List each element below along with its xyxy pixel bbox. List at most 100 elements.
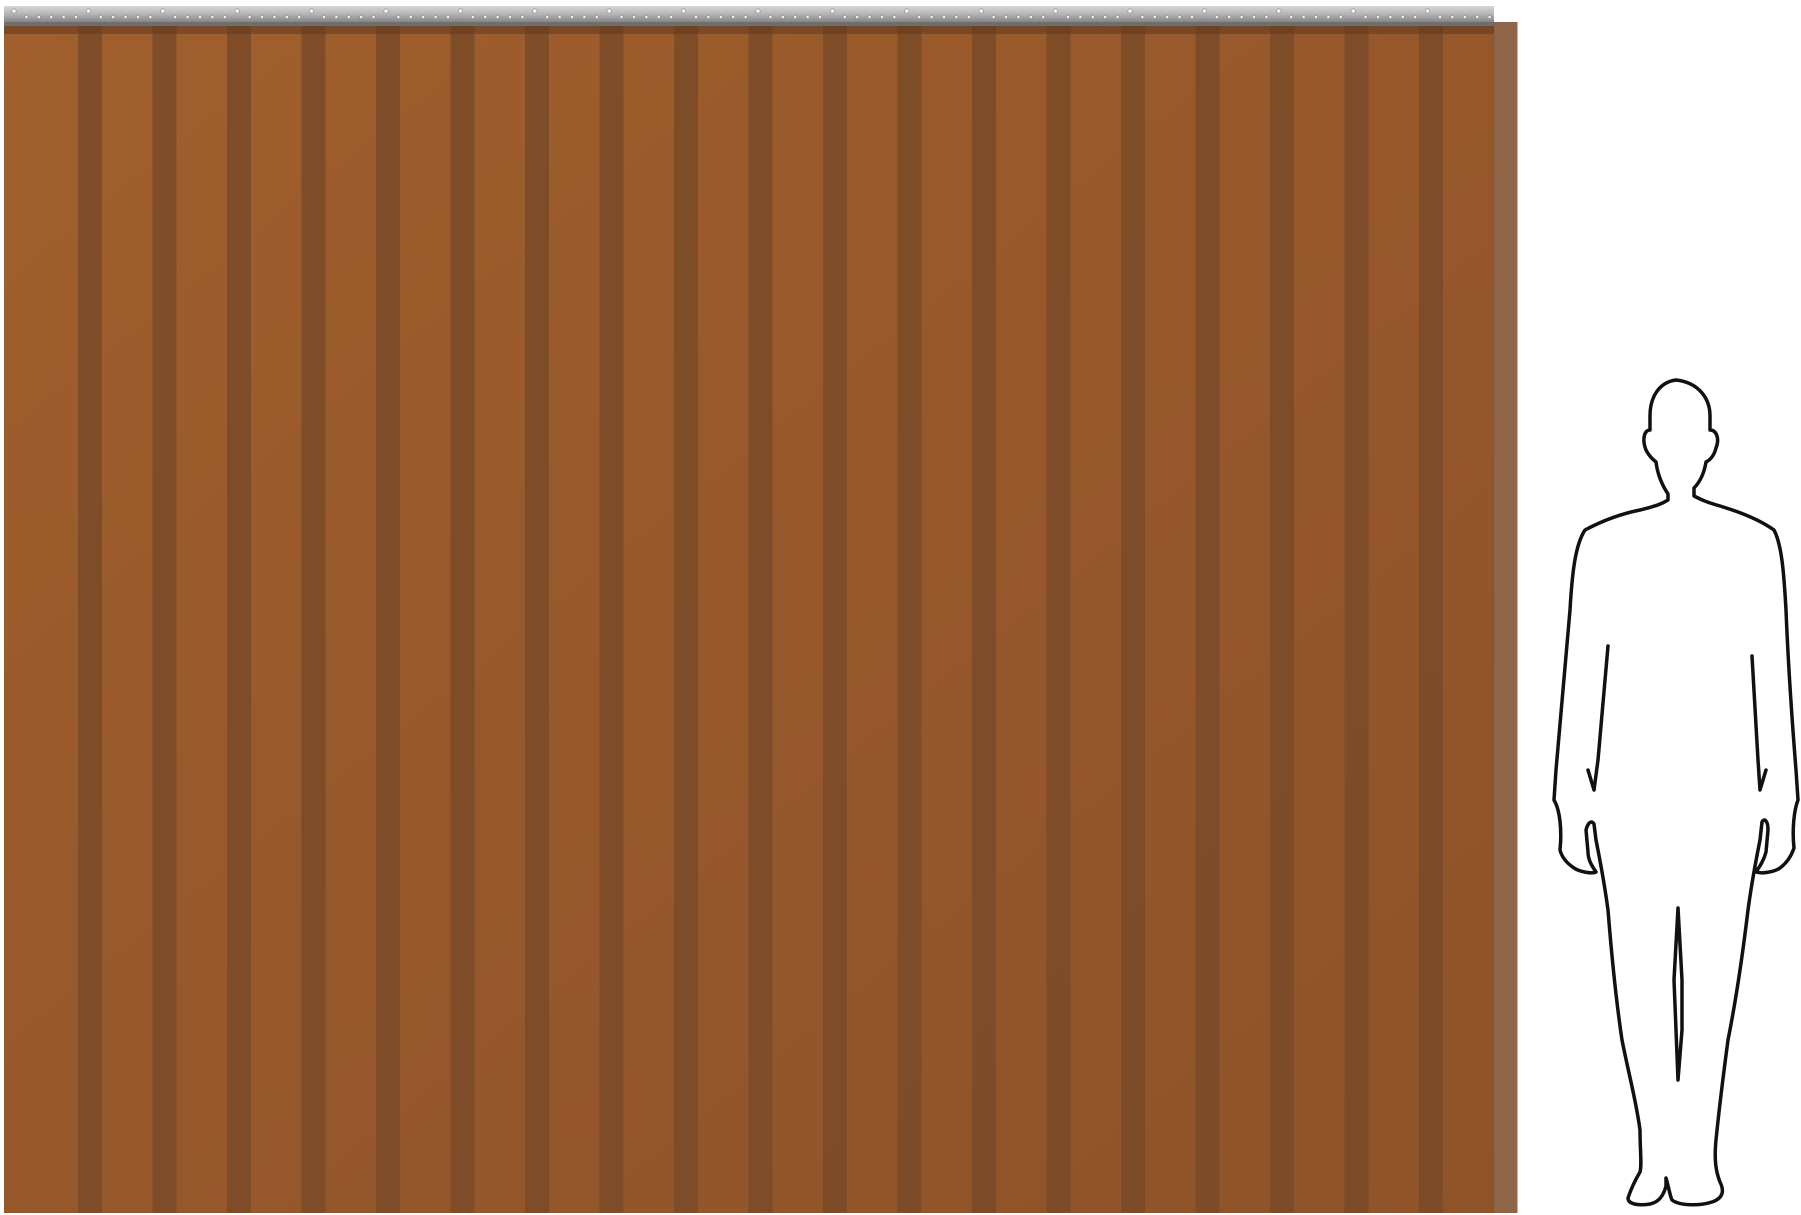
rail-hole [1276, 8, 1282, 14]
rail-hole [234, 8, 240, 14]
rail-hole [1475, 15, 1480, 19]
rail-hole [818, 15, 822, 19]
rail-hole [718, 15, 723, 19]
rail-hole [173, 15, 178, 19]
rail-hole [1363, 15, 1368, 19]
rail-hole [917, 15, 922, 19]
rail-hole [842, 15, 847, 19]
rail-lip [4, 22, 1494, 26]
rail-hole [1400, 15, 1405, 19]
rail-hole [681, 8, 687, 14]
rail-hole [1376, 15, 1380, 19]
rail-hole [731, 15, 736, 19]
rail-hole [582, 15, 587, 19]
rail-hole [954, 15, 959, 19]
rail-hole [768, 15, 773, 19]
rail-hole [1041, 15, 1046, 19]
rail-hole [1103, 15, 1108, 19]
rail-hole [1190, 15, 1194, 19]
rail-hole [508, 15, 512, 19]
rail-hole [1338, 15, 1343, 19]
rail-hole [545, 15, 550, 19]
rail-hole [383, 8, 389, 14]
rail-hole [1201, 8, 1207, 14]
rail-hole [793, 15, 798, 19]
rail-hole [942, 15, 946, 19]
strip-curtain [4, 22, 1518, 1213]
rail-hole [24, 15, 29, 19]
strip-overlap [1344, 22, 1369, 1213]
rail-hole [644, 15, 649, 19]
strip-overlap [1195, 22, 1220, 1213]
rail-hole [210, 15, 215, 19]
rail-hole [260, 15, 264, 19]
rail-hole [160, 8, 166, 14]
rail-hole [1090, 15, 1095, 19]
rail-hole [1450, 15, 1455, 19]
rail-hole [483, 15, 488, 19]
rail-hole [36, 15, 41, 19]
rail-hole [1004, 15, 1008, 19]
rail-hole [85, 8, 91, 14]
rail-hole [123, 15, 128, 19]
strip-overlap [674, 22, 698, 1213]
rail-hole [284, 15, 289, 19]
rail-hole [470, 15, 475, 19]
rail-hole [297, 15, 302, 19]
rail-hole [892, 15, 897, 19]
rail-hole [334, 15, 339, 19]
rail-hole [743, 15, 748, 19]
rail-hole [780, 15, 785, 19]
strip-overlap [525, 22, 549, 1213]
rail-hole [755, 8, 761, 14]
rail-hole [396, 15, 401, 19]
rail-hole [272, 15, 277, 19]
mounting-rail [4, 6, 1494, 26]
rail-hole [446, 15, 450, 19]
rail-hole [247, 15, 252, 19]
rail-hole [1239, 15, 1244, 19]
rail-hole [433, 15, 438, 19]
rail-hole [322, 15, 326, 19]
strip-overlap [1270, 22, 1294, 1213]
strip-overlap [450, 22, 475, 1213]
strip-overlap [1419, 22, 1443, 1213]
strip-overlap [1121, 22, 1145, 1213]
rail-hole [1462, 15, 1467, 19]
rail-hole [694, 15, 698, 19]
strip-overlap [1046, 22, 1071, 1213]
rail-hole [991, 15, 996, 19]
rail-hole [457, 8, 463, 14]
rail-hole [669, 15, 674, 19]
rail-hole [557, 15, 562, 19]
rail-hole [570, 15, 574, 19]
rail-hole [408, 15, 413, 19]
product-scene [4, 6, 1800, 1213]
rail-hole [1227, 15, 1232, 19]
rail-hole [880, 15, 884, 19]
rail-hole [1066, 15, 1070, 19]
rail-hole [1028, 15, 1033, 19]
rail-hole [656, 15, 661, 19]
rail-hole [495, 15, 500, 19]
rail-hole [74, 15, 78, 19]
rail-hole [359, 15, 364, 19]
rail-hole [1388, 15, 1393, 19]
rail-hole [1413, 15, 1418, 19]
rail-hole [1078, 15, 1083, 19]
rail-hole [421, 15, 426, 19]
rail-hole [1314, 15, 1318, 19]
rail-hole [520, 15, 525, 19]
rail-hole [49, 15, 54, 19]
rail-hole [1438, 15, 1442, 19]
rail-hole [98, 15, 103, 19]
strip-overlap [376, 22, 400, 1213]
rail-hole [1252, 15, 1256, 19]
rail-hole [1115, 15, 1120, 19]
rail-hole [222, 15, 227, 19]
rail-bar [4, 6, 1494, 24]
rail-hole [619, 15, 624, 19]
rail-hole [1152, 15, 1157, 19]
strip-overlap [1493, 22, 1518, 1213]
rail-hole [805, 15, 810, 19]
